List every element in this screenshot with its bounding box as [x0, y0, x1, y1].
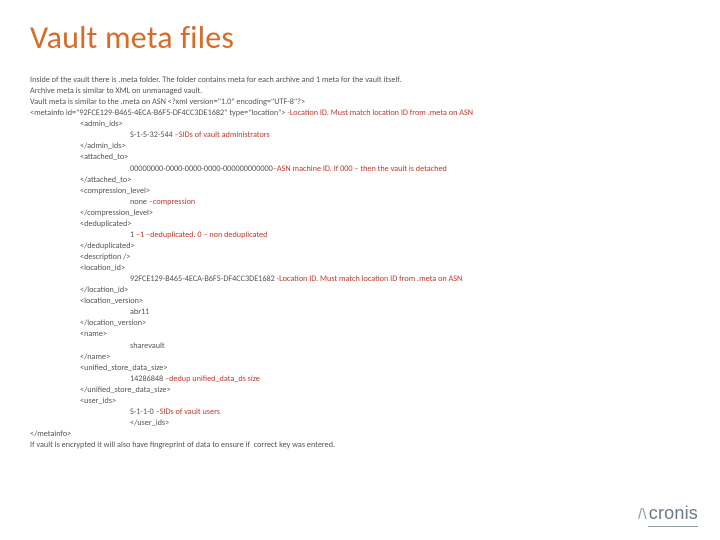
body-text: Inside of the vault there is .meta folde… — [30, 75, 690, 451]
t: 14286848 –dedup unified_data_ds size — [30, 374, 690, 385]
t: none –compression — [30, 197, 690, 208]
t: abr11 — [30, 307, 690, 318]
t: <admin_ids> — [30, 119, 690, 130]
meta-close: </metainfo> — [30, 429, 690, 440]
t: </attached_to> — [30, 175, 690, 186]
t: 1 –1 –deduplicated. 0 – non deduplicated — [30, 230, 690, 241]
t: </location_id> — [30, 285, 690, 296]
t: </admin_ids> — [30, 141, 690, 152]
brand-underline-icon — [648, 526, 698, 528]
t: </location_version> — [30, 318, 690, 329]
t: <attached_to> — [30, 152, 690, 163]
t: <deduplicated> — [30, 219, 690, 230]
brand-logo: /\cronis — [638, 503, 698, 524]
t: <unified_store_data_size> — [30, 363, 690, 374]
t: <location_version> — [30, 296, 690, 307]
t: 00000000-0000-0000-0000-000000000000–ASN… — [30, 164, 690, 175]
t: S-1-5-32-544 –SIDs of vault administrato… — [30, 130, 690, 141]
t: <compression_level> — [30, 186, 690, 197]
t: </deduplicated> — [30, 241, 690, 252]
meta-open: <metainfo id="92FCE129-B465-4ECA-B6F5-DF… — [30, 108, 690, 119]
p: If vault is encrypted it will also have … — [30, 440, 690, 451]
slide: Vault meta files Inside of the vault the… — [0, 0, 720, 451]
t: <description /> — [30, 252, 690, 263]
t: </user_ids> — [30, 418, 690, 429]
t: </compression_level> — [30, 208, 690, 219]
t: S-1-1-0 –SIDs of vault users — [30, 407, 690, 418]
t: </unified_store_data_size> — [30, 385, 690, 396]
p: Vault meta is similar to the .meta on AS… — [30, 97, 690, 108]
p: Inside of the vault there is .meta folde… — [30, 75, 690, 86]
logo-a-icon: /\ — [638, 506, 647, 523]
t: 92FCE129-B465-4ECA-B6F5-DF4CC3DE1682 -Lo… — [30, 274, 690, 285]
t: <location_id> — [30, 263, 690, 274]
t: </name> — [30, 352, 690, 363]
t: <user_ids> — [30, 396, 690, 407]
t: sharevault — [30, 341, 690, 352]
page-title: Vault meta files — [30, 18, 690, 57]
t: <name> — [30, 329, 690, 340]
p: Archive meta is similar to XML on unmana… — [30, 86, 690, 97]
brand-text: cronis — [649, 503, 698, 523]
